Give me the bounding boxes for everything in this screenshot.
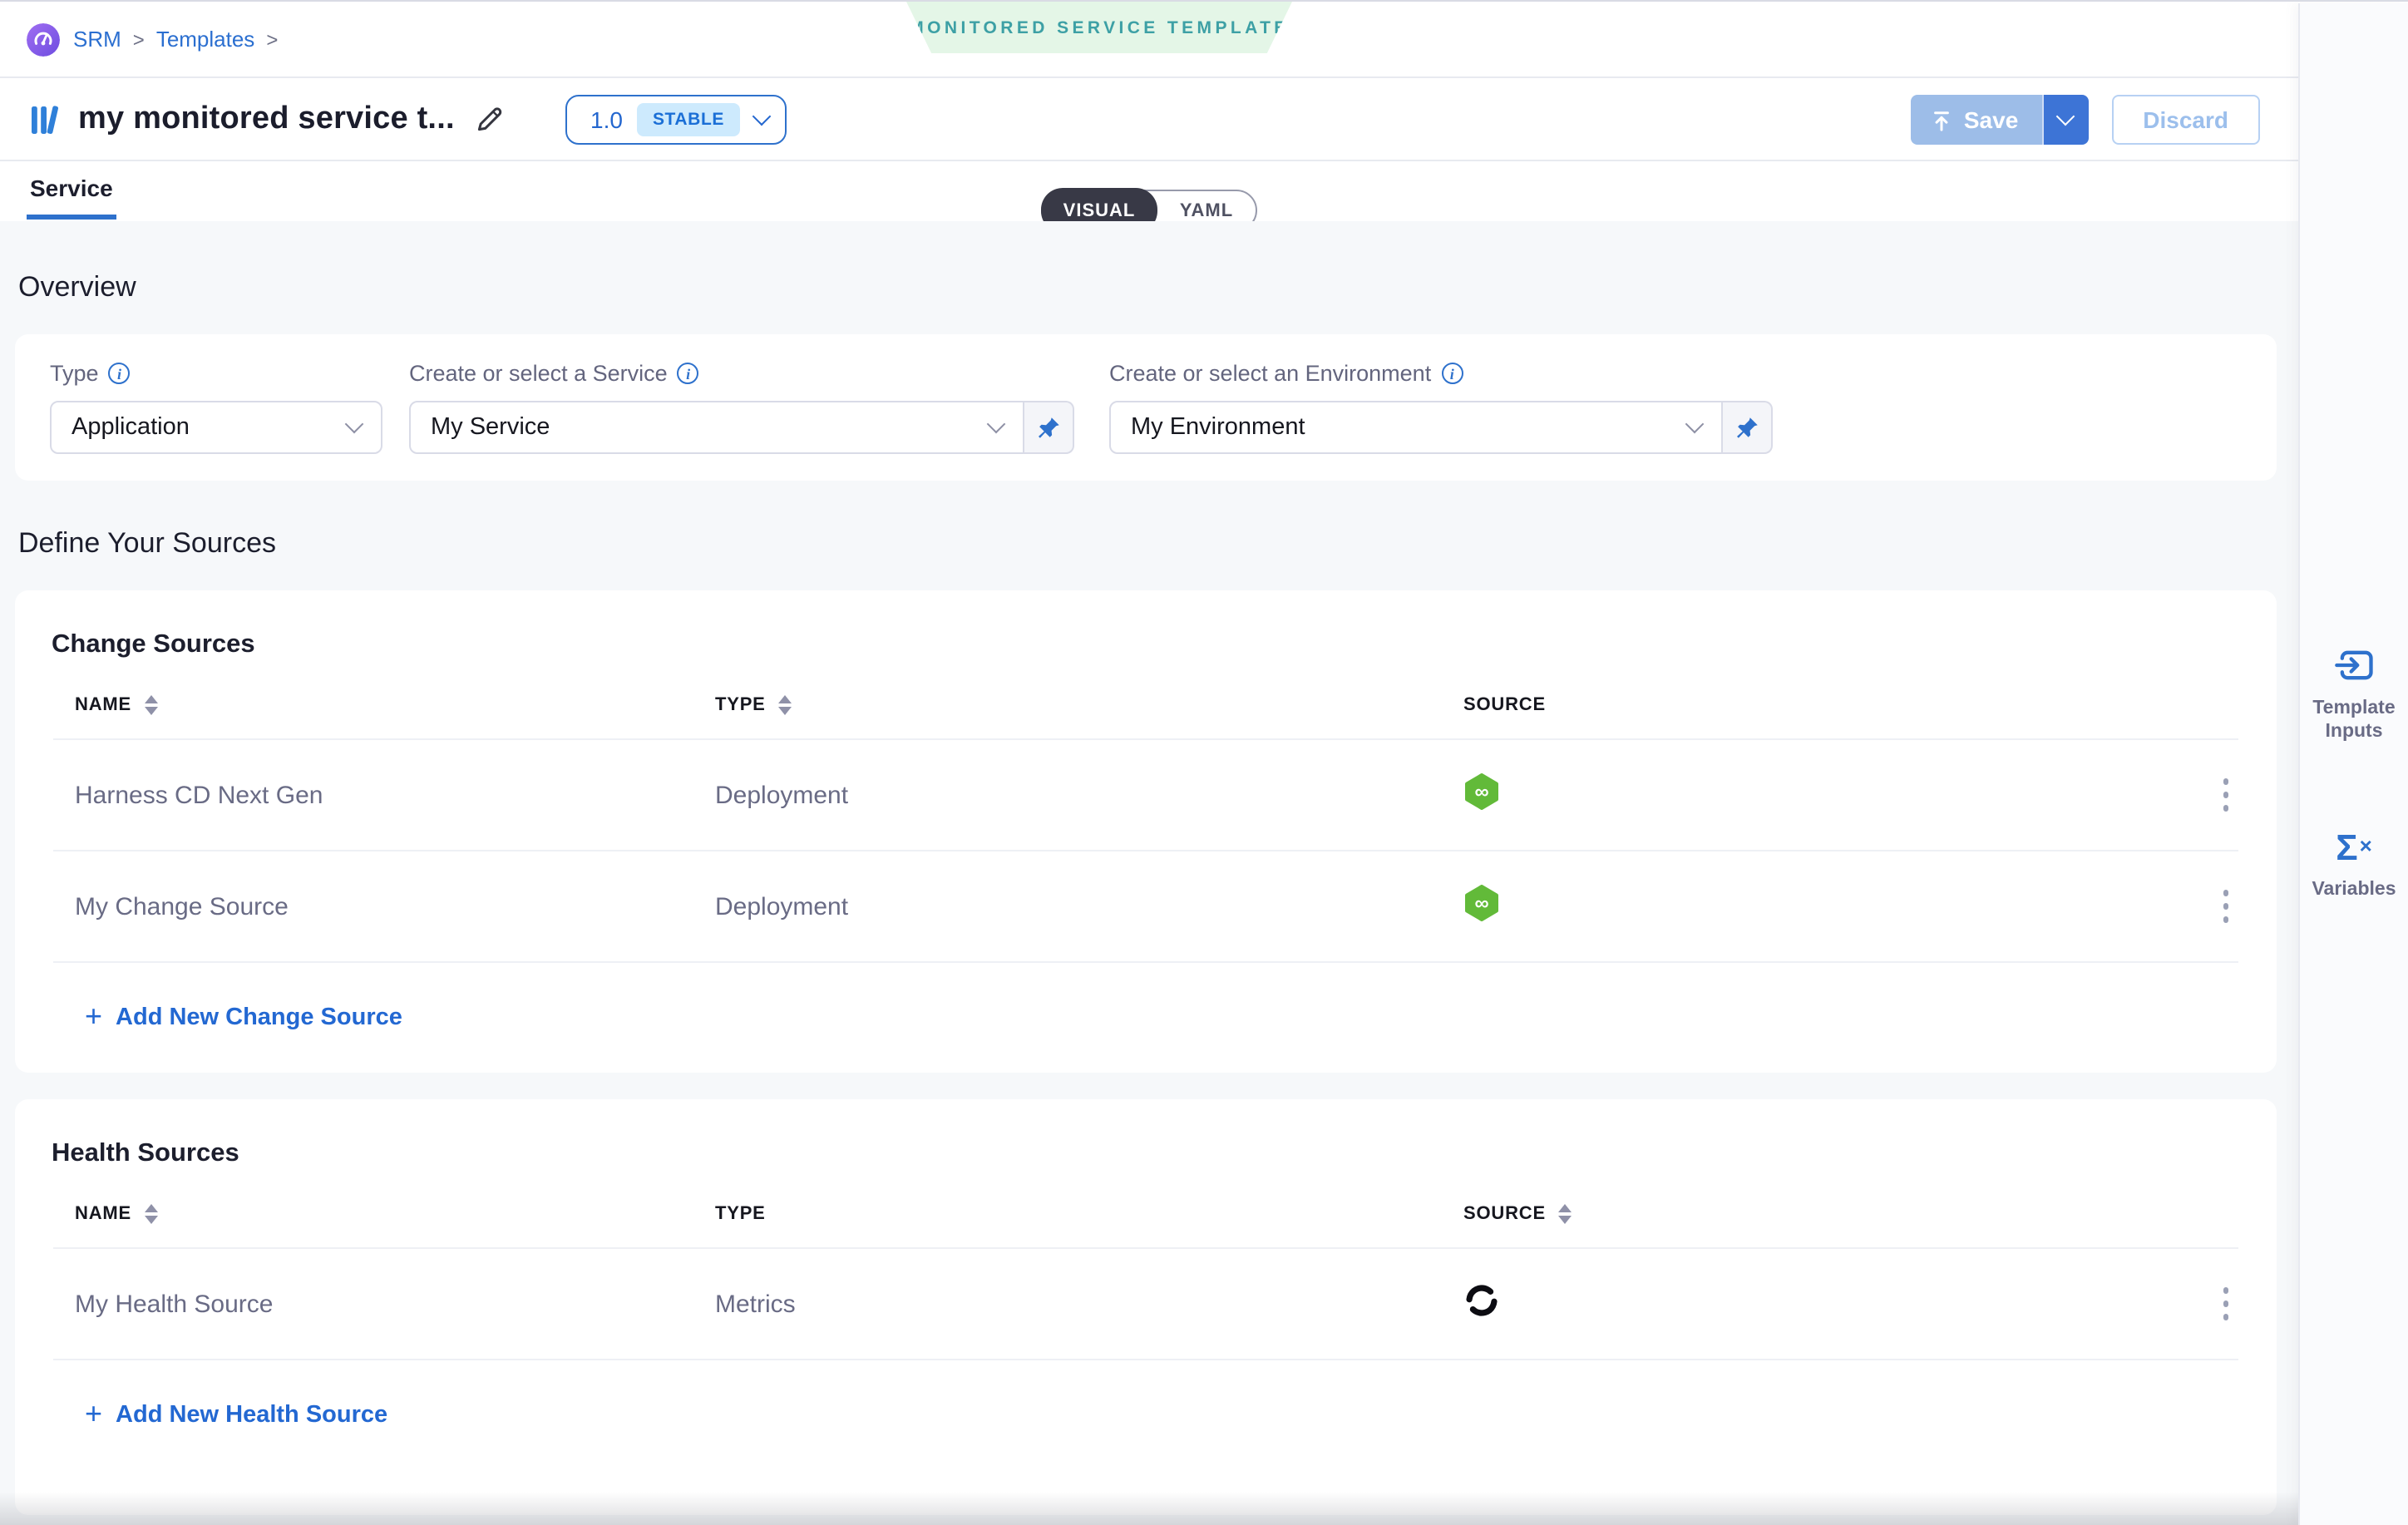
pin-icon (1036, 415, 1061, 440)
change-sources-title: Change Sources (52, 630, 2277, 660)
breadcrumb-link-srm[interactable]: SRM (73, 27, 121, 52)
save-button[interactable]: Save (1911, 95, 2088, 145)
info-icon[interactable]: i (678, 363, 699, 384)
sort-icon[interactable] (145, 1203, 158, 1223)
toggle-yaml[interactable]: YAML (1157, 200, 1256, 220)
row-menu-button[interactable] (2216, 884, 2235, 930)
health-sources-table: NAME TYPE SOURCE My Health Source Metric… (53, 1179, 2238, 1360)
change-sources-card: Change Sources NAME TYPE SOURCE Harness … (15, 590, 2277, 1073)
column-source: SOURCE (1463, 694, 1546, 714)
chevron-down-icon (2056, 107, 2075, 126)
template-icon (27, 101, 63, 137)
variables-button[interactable]: Σ× Variables (2306, 830, 2402, 901)
info-icon[interactable]: i (1441, 363, 1463, 384)
header-actions: Save Discard (1911, 95, 2260, 145)
sort-icon[interactable] (145, 694, 158, 714)
environment-select-value: My Environment (1131, 414, 1305, 441)
info-icon[interactable]: i (109, 363, 131, 384)
template-inputs-label: Template Inputs (2306, 697, 2402, 743)
right-toolbar: Template Inputs Σ× Variables (2298, 3, 2408, 1525)
row-menu-button[interactable] (2216, 772, 2235, 818)
pin-icon (1734, 415, 1759, 440)
type-label: Type (50, 361, 99, 386)
service-pin-button[interactable] (1024, 401, 1074, 454)
overview-heading: Overview (18, 271, 2277, 304)
appdynamics-icon (1463, 1282, 1500, 1319)
pencil-icon (475, 104, 505, 134)
version-stable-badge: STABLE (638, 103, 739, 136)
service-select-value: My Service (431, 414, 550, 441)
row-menu-button[interactable] (2216, 1281, 2235, 1327)
service-select[interactable]: My Service (409, 401, 1024, 454)
health-sources-card: Health Sources NAME TYPE SOURCE My Healt… (15, 1099, 2277, 1515)
chevron-down-icon (345, 415, 364, 434)
table-header: NAME TYPE SOURCE (53, 670, 2238, 740)
chevron-down-icon (752, 107, 771, 126)
version-selector[interactable]: 1.0 STABLE (565, 95, 786, 145)
table-row[interactable]: My Change Source Deployment ∞ (53, 851, 2238, 963)
type-select-value: Application (72, 414, 190, 441)
column-type: TYPE (715, 694, 766, 714)
overview-card: Type i Application Create or select a Se… (15, 334, 2277, 481)
app-window: SRM > Templates > MONITORED SERVICE TEMP… (0, 0, 2408, 1525)
harness-cd-icon: ∞ (1463, 773, 1500, 810)
column-source: SOURCE (1463, 1203, 1546, 1223)
plus-icon: + (85, 999, 102, 1034)
svg-text:∞: ∞ (1474, 892, 1488, 915)
type-select[interactable]: Application (50, 401, 382, 454)
table-row[interactable]: Harness CD Next Gen Deployment ∞ (53, 740, 2238, 851)
service-label: Create or select a Service (409, 361, 668, 386)
column-type: TYPE (715, 1203, 766, 1223)
change-sources-table: NAME TYPE SOURCE Harness CD Next Gen Dep… (53, 670, 2238, 963)
breadcrumb-separator: > (133, 27, 145, 51)
breadcrumb-separator: > (266, 27, 278, 51)
environment-label: Create or select an Environment (1109, 361, 1431, 386)
upload-icon (1931, 109, 1952, 131)
add-change-source-button[interactable]: + Add New Change Source (75, 1000, 412, 1035)
discard-button[interactable]: Discard (2111, 95, 2260, 145)
template-inputs-icon (2332, 645, 2376, 685)
plus-icon: + (85, 1396, 102, 1431)
save-button-label: Save (1964, 106, 2018, 133)
tab-service[interactable]: Service (27, 175, 116, 220)
main-content: SRM > Templates > MONITORED SERVICE TEMP… (0, 2, 2298, 1525)
table-row[interactable]: My Health Source Metrics (53, 1249, 2238, 1360)
template-type-badge: MONITORED SERVICE TEMPLATE (906, 2, 1292, 53)
version-number: 1.0 (590, 106, 623, 133)
edit-title-button[interactable] (471, 101, 508, 137)
change-source-type: Deployment (715, 892, 1463, 920)
variables-icon: Σ× (2336, 830, 2372, 866)
template-inputs-button[interactable]: Template Inputs (2306, 645, 2402, 743)
health-sources-title: Health Sources (52, 1139, 2277, 1169)
save-options-button[interactable] (2041, 95, 2088, 145)
breadcrumb-link-templates[interactable]: Templates (156, 27, 255, 52)
variables-label: Variables (2306, 878, 2402, 901)
harness-srm-logo-icon (27, 22, 60, 56)
change-source-name: My Change Source (75, 892, 715, 920)
environment-select[interactable]: My Environment (1109, 401, 1723, 454)
table-header: NAME TYPE SOURCE (53, 1179, 2238, 1249)
column-name: NAME (75, 694, 131, 714)
column-name: NAME (75, 1203, 131, 1223)
title-bar: my monitored service t... 1.0 STABLE VIS… (0, 78, 2298, 161)
page-title: my monitored service t... (78, 101, 455, 137)
change-source-type: Deployment (715, 781, 1463, 809)
change-source-name: Harness CD Next Gen (75, 781, 715, 809)
add-health-source-button[interactable]: + Add New Health Source (75, 1398, 397, 1433)
sort-icon[interactable] (1559, 1203, 1572, 1223)
chevron-down-icon (1685, 415, 1705, 434)
chevron-down-icon (987, 415, 1006, 434)
page-body: Overview Type i Application Create or se… (0, 221, 2298, 1525)
harness-cd-icon: ∞ (1463, 885, 1500, 921)
sort-icon[interactable] (779, 694, 792, 714)
define-sources-heading: Define Your Sources (18, 527, 2277, 560)
breadcrumb: SRM > Templates > (73, 27, 278, 52)
health-source-name: My Health Source (75, 1290, 715, 1318)
svg-text:∞: ∞ (1474, 781, 1488, 803)
environment-pin-button[interactable] (1723, 401, 1773, 454)
health-source-type: Metrics (715, 1290, 1463, 1318)
